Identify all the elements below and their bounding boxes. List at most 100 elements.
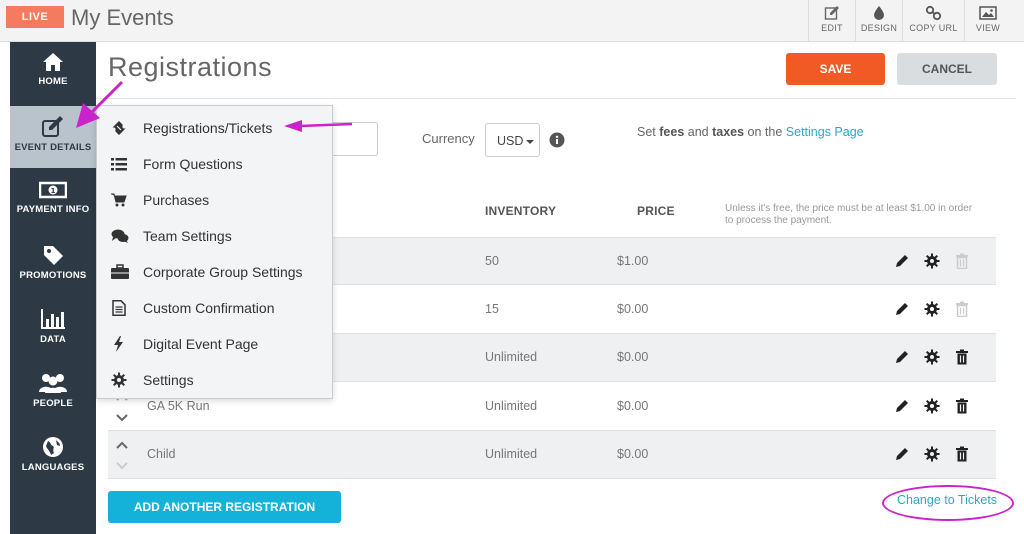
row-inventory: 15 [485, 302, 499, 316]
sidebar-item-people[interactable]: PEOPLE [10, 362, 96, 424]
header-divider [96, 98, 1016, 99]
people-icon [39, 374, 67, 393]
annotation-oval [882, 485, 1014, 521]
menu-item-label: Corporate Group Settings [143, 264, 303, 280]
menu-item-label: Purchases [143, 192, 210, 208]
menu-item-label: Form Questions [143, 156, 243, 172]
pencil-icon[interactable] [894, 398, 910, 414]
currency-select[interactable]: USD [485, 123, 540, 157]
row-inventory: Unlimited [485, 447, 538, 461]
chat-icon [111, 229, 129, 243]
registration-name-input[interactable] [326, 122, 378, 156]
reorder-arrows-icon[interactable] [114, 439, 130, 471]
sidebar-item-label: PEOPLE [33, 398, 73, 409]
menu-item-label: Custom Confirmation [143, 300, 275, 316]
link-icon [925, 5, 941, 21]
cart-icon [111, 193, 127, 207]
chevron-down-icon [526, 139, 535, 144]
gear-icon[interactable] [924, 398, 940, 414]
edit-tool-label: EDIT [821, 23, 843, 33]
fees-bold: fees [659, 125, 685, 139]
pencil-icon[interactable] [894, 446, 910, 462]
gear-icon[interactable] [924, 446, 940, 462]
row-price: $0.00 [617, 350, 649, 364]
gear-icon[interactable] [924, 253, 940, 269]
tag-icon [44, 246, 63, 265]
gear-icon[interactable] [924, 301, 940, 317]
inventory-column-header: INVENTORY [485, 204, 557, 218]
sidebar-item-promotions[interactable]: PROMOTIONS [10, 234, 96, 296]
taxes-bold: taxes [712, 125, 745, 139]
design-tool-button[interactable]: DESIGN [855, 0, 902, 41]
sidebar-item-home[interactable]: HOME [10, 42, 96, 104]
money-icon: 1 [39, 181, 67, 199]
trash-icon [956, 301, 968, 317]
sidebar-item-label: HOME [38, 76, 68, 87]
menu-item-digital-event-page[interactable]: Digital Event Page [97, 326, 332, 362]
row-price: $0.00 [617, 399, 649, 413]
fees-and: and [684, 125, 713, 139]
copy-url-tool-button[interactable]: COPY URL [902, 0, 964, 41]
image-icon [979, 6, 997, 20]
pencil-icon[interactable] [894, 349, 910, 365]
briefcase-icon [111, 264, 129, 279]
fees-note: Set fees and taxes on the Settings Page [637, 125, 864, 139]
sidebar-item-label: EVENT DETAILS [14, 142, 92, 153]
trash-icon [956, 253, 968, 269]
menu-item-label: Settings [143, 372, 194, 388]
droplet-icon [874, 6, 884, 20]
sidebar-item-languages[interactable]: LANGUAGES [10, 426, 96, 488]
edit-tool-button[interactable]: EDIT [808, 0, 855, 41]
row-inventory: Unlimited [485, 350, 538, 364]
trash-icon[interactable] [955, 349, 969, 365]
sidebar-item-event-details[interactable]: EVENT DETAILS [10, 106, 96, 168]
menu-item-corporate-group-settings[interactable]: Corporate Group Settings [97, 254, 332, 290]
bar-chart-icon [41, 309, 65, 329]
bolt-icon [114, 336, 123, 352]
fees-suffix: on the [744, 125, 786, 139]
trash-icon[interactable] [955, 398, 969, 414]
app-title: My Events [71, 5, 174, 30]
add-registration-button[interactable]: ADD ANOTHER REGISTRATION [108, 491, 341, 523]
row-name: Child [147, 447, 176, 461]
settings-page-link[interactable]: Settings Page [786, 125, 864, 139]
row-inventory: Unlimited [485, 399, 538, 413]
pencil-icon[interactable] [894, 253, 910, 269]
menu-item-purchases[interactable]: Purchases [97, 182, 332, 218]
save-button[interactable]: SAVE [786, 53, 885, 85]
pencil-icon[interactable] [894, 301, 910, 317]
cancel-button[interactable]: CANCEL [897, 53, 997, 85]
edit-icon [42, 116, 63, 137]
row-inventory: 50 [485, 254, 499, 268]
live-badge: LIVE [6, 6, 64, 28]
table-row: Child Unlimited $0.00 [108, 431, 996, 479]
top-bar: LIVE My Events EDIT DESIGN COPY URL VIEW [0, 0, 1024, 42]
copy-url-tool-label: COPY URL [909, 23, 958, 33]
edit-icon [824, 6, 839, 20]
sidebar-item-label: DATA [40, 334, 66, 345]
ticket-icon [112, 121, 126, 135]
price-column-header: PRICE [637, 204, 675, 218]
menu-item-team-settings[interactable]: Team Settings [97, 218, 332, 254]
info-icon[interactable] [549, 132, 565, 153]
view-tool-button[interactable]: VIEW [964, 0, 1011, 41]
menu-item-registrations-tickets[interactable]: Registrations/Tickets [97, 110, 332, 146]
design-tool-label: DESIGN [860, 23, 898, 33]
menu-item-custom-confirmation[interactable]: Custom Confirmation [97, 290, 332, 326]
globe-icon [43, 437, 63, 457]
price-note: Unless it's free, the price must be at l… [725, 203, 973, 226]
currency-value: USD [497, 134, 524, 148]
row-price: $1.00 [617, 254, 649, 268]
event-details-menu: Registrations/Tickets Form Questions Pur… [96, 105, 333, 399]
menu-item-settings[interactable]: Settings [97, 362, 332, 398]
sidebar-item-data[interactable]: DATA [10, 298, 96, 360]
view-tool-label: VIEW [975, 23, 1001, 33]
home-icon [43, 53, 63, 71]
currency-label: Currency [422, 131, 475, 146]
gear-icon[interactable] [924, 349, 940, 365]
sidebar-item-label: LANGUAGES [21, 462, 85, 473]
sidebar-item-payment-info[interactable]: 1 PAYMENT INFO [10, 170, 96, 232]
menu-item-form-questions[interactable]: Form Questions [97, 146, 332, 182]
row-price: $0.00 [617, 302, 649, 316]
trash-icon[interactable] [955, 446, 969, 462]
